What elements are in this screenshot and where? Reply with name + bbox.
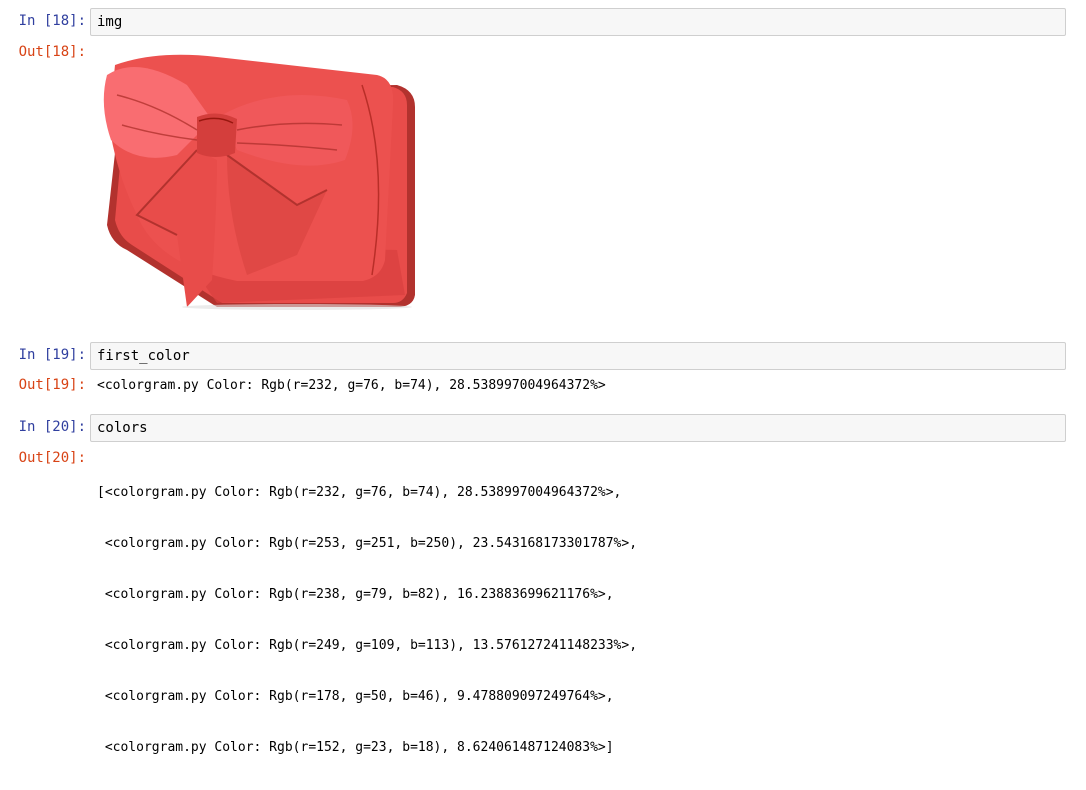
output-line: <colorgram.py Color: Rgb(r=238, g=79, b=…: [97, 587, 614, 602]
in-prompt: In [19]:: [18, 347, 86, 363]
code-text: img: [97, 14, 123, 30]
output-line: [<colorgram.py Color: Rgb(r=232, g=76, b…: [97, 485, 622, 500]
out-prompt: Out[20]:: [18, 450, 86, 466]
output-line: <colorgram.py Color: Rgb(r=178, g=50, b=…: [97, 689, 614, 704]
code-input-cell[interactable]: colors: [90, 414, 1066, 442]
output-line: <colorgram.py Color: Rgb(r=249, g=109, b…: [97, 638, 638, 653]
code-input-cell[interactable]: img: [90, 8, 1066, 36]
in-prompt: In [18]:: [18, 13, 86, 29]
output-line: <colorgram.py Color: Rgb(r=253, g=251, b…: [97, 536, 638, 551]
output-list: [<colorgram.py Color: Rgb(r=232, g=76, b…: [97, 450, 637, 790]
out-prompt: Out[18]:: [18, 44, 86, 60]
output-text: <colorgram.py Color: Rgb(r=232, g=76, b=…: [97, 378, 606, 393]
red-bow-clutch-bag-image: [103, 54, 415, 310]
code-text: colors: [97, 420, 148, 436]
code-input-cell[interactable]: first_color: [90, 342, 1066, 370]
output-line: <colorgram.py Color: Rgb(r=152, g=23, b=…: [97, 740, 614, 755]
in-prompt: In [20]:: [18, 419, 86, 435]
code-text: first_color: [97, 348, 190, 364]
out-prompt: Out[19]:: [18, 377, 86, 393]
